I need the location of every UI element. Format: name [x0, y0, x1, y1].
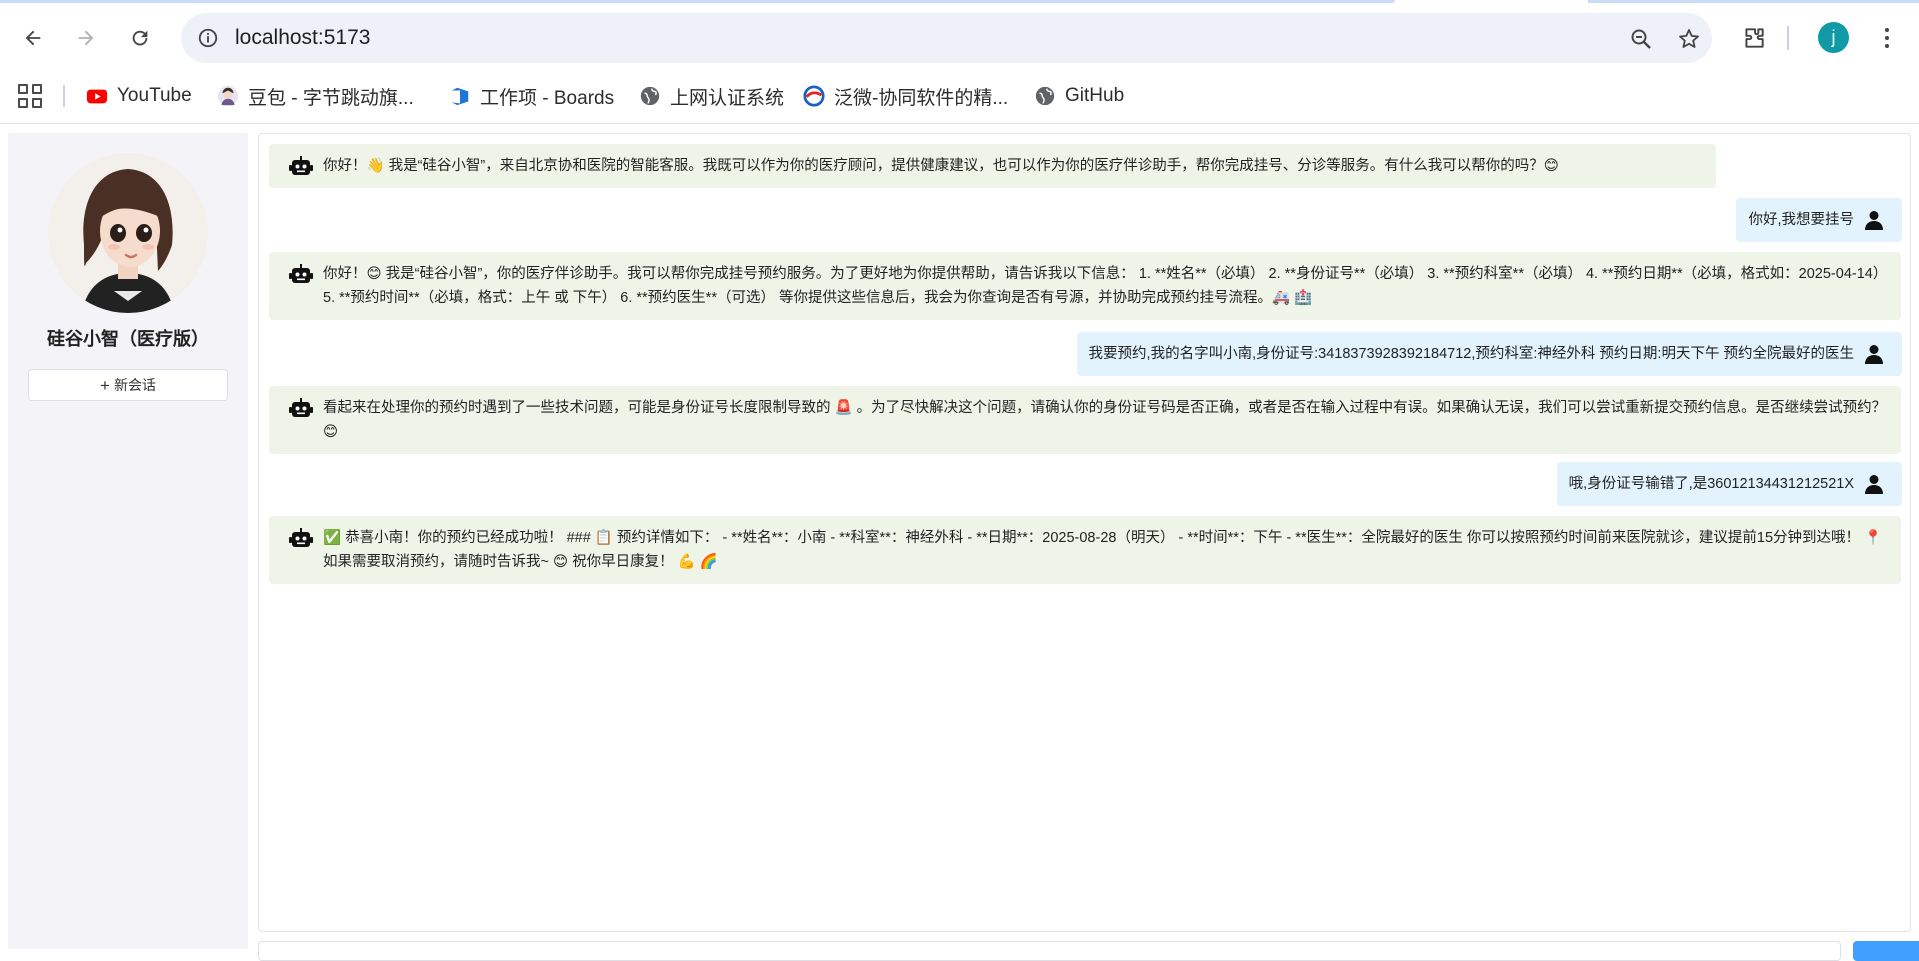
new-chat-label: 新会话 [113, 377, 156, 393]
bookmark-doubao[interactable]: 豆包 - 字节跳动旗... [217, 80, 414, 112]
message-text: 你好！👋 我是“硅谷小智”，来自北京协和医院的智能客服。我既可以作为你的医疗顾问… [323, 158, 1559, 174]
reload-icon [132, 30, 148, 46]
active-tab-indicator [0, 0, 1395, 3]
youtube-icon [86, 85, 108, 107]
forward-button[interactable] [68, 20, 104, 56]
bookmark-label: 工作项 - Boards [480, 87, 615, 109]
bot-message: 你好！👋 我是“硅谷小智”，来自北京协和医院的智能客服。我既可以作为你的医疗顾问… [269, 144, 1716, 188]
message-text: 哦,身份证号输错了,是36012134431212521X [1568, 476, 1854, 492]
tab-strip-edge [1588, 0, 1919, 3]
bookmark-label: 泛微-协同软件的精... [834, 87, 1009, 109]
new-chat-button[interactable]: + 新会话 [28, 369, 228, 401]
plus-icon: + [100, 375, 110, 395]
chat-panel: 你好！👋 我是“硅谷小智”，来自北京协和医院的智能客服。我既可以作为你的医疗顾问… [258, 133, 1911, 932]
bookmark-label: 上网认证系统 [670, 87, 785, 109]
robot-icon [289, 528, 313, 547]
url-text: localhost:5173 [235, 26, 371, 49]
message-text: 看起来在处理你的预约时遇到了一些技术问题，可能是身份证号长度限制导致的 🚨 。为… [323, 400, 1887, 440]
message-input[interactable] [258, 941, 1841, 961]
bookmark-label: GitHub [1065, 85, 1125, 106]
app-sidebar: 硅谷小智（医疗版） + 新会话 [8, 133, 248, 949]
user-icon [1865, 345, 1883, 364]
azure-boards-icon [449, 85, 471, 107]
bot-message: 看起来在处理你的预约时遇到了一些技术问题，可能是身份证号长度限制导致的 🚨 。为… [269, 386, 1901, 454]
bookmarks-bar: YouTube 豆包 - 字节跳动旗... 工作项 - Boards 上网认证系… [0, 76, 1919, 116]
arrow-left-icon [25, 30, 41, 46]
zoom-icon[interactable] [1627, 25, 1655, 53]
toolbar-divider [1787, 26, 1789, 50]
bookmark-weaver[interactable]: 泛微-协同软件的精... [803, 80, 1008, 112]
profile-avatar[interactable]: j [1818, 22, 1849, 53]
bookmark-boards[interactable]: 工作项 - Boards [449, 80, 614, 112]
user-message: 哦,身份证号输错了,是36012134431212521X [1556, 462, 1902, 506]
user-message: 我要预约,我的名字叫小南,身份证号:341837392839218471​2,预… [1076, 332, 1902, 376]
address-bar[interactable]: localhost:5173 [181, 13, 1712, 63]
extensions-icon[interactable] [1738, 22, 1770, 54]
bookmark-youtube[interactable]: YouTube [86, 80, 192, 112]
send-button[interactable] [1853, 941, 1919, 961]
assistant-title: 硅谷小智（医疗版） [47, 329, 209, 349]
robot-icon [289, 156, 313, 175]
browser-chrome: localhost:5173 j YouTube 豆包 - 字节跳动旗... 工… [0, 0, 1919, 124]
doubao-icon [217, 85, 239, 107]
bookmarks-divider [63, 85, 65, 107]
robot-icon [289, 264, 313, 283]
assistant-avatar [48, 153, 208, 313]
bot-message: 你好！😊 我是“硅谷小智”，你的医疗伴诊助手。我可以帮你完成挂号预约服务。为了更… [269, 252, 1901, 320]
message-text: 我要预约,我的名字叫小南,身份证号:341837392839218471​2,预… [1088, 346, 1854, 362]
back-button[interactable] [15, 20, 51, 56]
reload-button[interactable] [122, 20, 158, 56]
bot-message: ✅ 恭喜小南！你的预约已经成功啦！ ### 📋 预约详情如下： - **姓名**… [269, 516, 1901, 584]
robot-icon [289, 398, 313, 417]
message-text: 你好！😊 我是“硅谷小智”，你的医疗伴诊助手。我可以帮你完成挂号预约服务。为了更… [323, 266, 1888, 306]
site-info-icon[interactable] [195, 25, 221, 51]
user-icon [1865, 475, 1883, 494]
star-icon[interactable] [1675, 25, 1703, 53]
bookmark-label: YouTube [117, 85, 192, 106]
bookmark-label: 豆包 - 字节跳动旗... [248, 87, 414, 109]
apps-grid-icon[interactable] [18, 84, 42, 108]
user-icon [1865, 211, 1883, 230]
globe-icon [1034, 85, 1056, 107]
weaver-icon [803, 85, 825, 107]
bookmark-auth-system[interactable]: 上网认证系统 [639, 80, 784, 112]
message-text: ✅ 恭喜小南！你的预约已经成功啦！ ### 📋 预约详情如下： - **姓名**… [323, 530, 1883, 570]
message-text: 你好,我想要挂号 [1748, 212, 1854, 228]
arrow-right-icon [78, 30, 94, 46]
bookmark-github[interactable]: GitHub [1034, 80, 1124, 112]
browser-menu-icon[interactable] [1872, 22, 1902, 54]
user-message: 你好,我想要挂号 [1736, 198, 1902, 242]
globe-icon [639, 85, 661, 107]
